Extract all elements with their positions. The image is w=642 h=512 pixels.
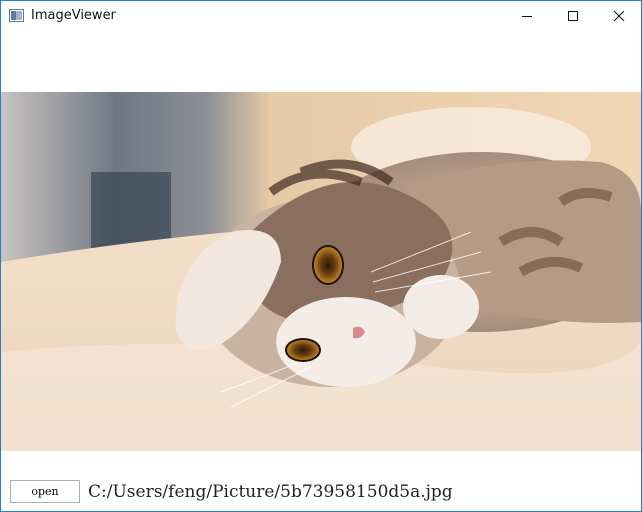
minimize-button[interactable] [504,1,550,31]
maximize-button[interactable] [550,1,596,31]
kitten-photo [1,92,641,451]
minimize-icon [522,16,532,17]
main-content: open C:/Users/feng/Picture/5b73958150d5a… [1,31,641,511]
file-path-label: C:/Users/feng/Picture/5b73958150d5a.jpg [88,482,453,502]
app-icon [9,9,24,22]
maximize-icon [568,11,578,21]
open-button[interactable]: open [10,480,80,503]
image-viewer-window: ImageViewer open C:/Users/feng/Picture/5… [0,0,642,512]
close-button[interactable] [596,1,641,31]
window-title: ImageViewer [31,8,116,23]
close-icon [613,10,625,22]
title-bar[interactable]: ImageViewer [1,1,641,31]
image-display [1,92,641,451]
